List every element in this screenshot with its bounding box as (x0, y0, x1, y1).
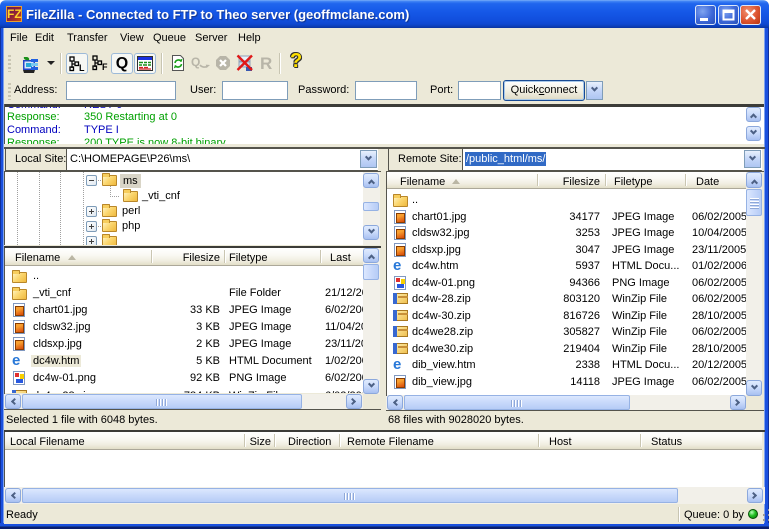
svg-text:L: L (79, 63, 85, 72)
svg-text:F: F (102, 62, 108, 71)
svg-text:Q: Q (191, 55, 200, 69)
